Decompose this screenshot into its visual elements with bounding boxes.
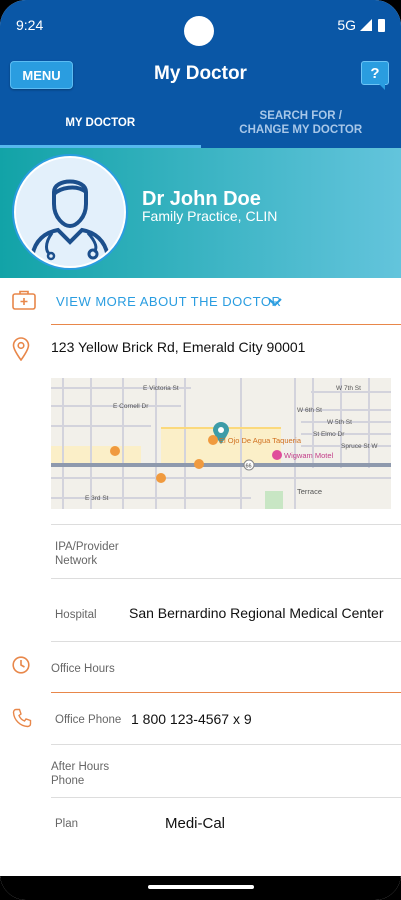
hospital-row: Hospital San Bernardino Regional Medical… [51,596,401,640]
plan-label: Plan [55,818,79,830]
divider [51,578,401,579]
ipa-label: IPA/Provider Network [55,541,119,567]
divider [51,744,401,745]
office-phone-label: Office Phone [55,714,122,726]
map-label-stelmo: St Elmo Dr [313,431,345,438]
medical-briefcase-icon [12,290,36,315]
home-indicator[interactable] [148,885,254,889]
map-label-victoria: E Victoria St [143,385,179,392]
location-map[interactable]: E Victoria St E Cornell Dr E 3rd St Terr… [51,378,391,509]
doctor-avatar-icon [16,158,124,266]
help-button[interactable]: ? [361,61,389,90]
avatar [12,154,128,270]
map-place-taqueria: El Ojo De Agua Taqueria [219,436,302,445]
address-row: 123 Yellow Brick Rd, Emerald City 90001 [0,325,401,375]
divider [51,692,401,693]
tab-search-line2: CHANGE MY DOCTOR [239,124,363,136]
after-hours-row: After Hours Phone [51,758,401,798]
office-hours-label: Office Hours [51,663,115,675]
after-hours-label: After Hours Phone [51,761,110,787]
clock-icon [12,656,30,679]
network-label: 5G [337,17,356,33]
map-label-cornell: E Cornell Dr [113,403,149,410]
status-time: 9:24 [16,17,44,33]
plan-value: Medi-Cal [165,815,226,832]
chevron-down-icon [268,294,282,312]
doctor-specialty: Family Practice, CLIN [142,208,278,224]
map-label-spruce: Spruce St W [341,443,378,450]
divider [51,524,401,525]
phone-icon [12,708,32,733]
signal-icon [360,19,372,31]
camera-cutout [184,16,214,46]
address-text: 123 Yellow Brick Rd, Emerald City 90001 [51,339,306,355]
map-label-terrace: Terrace [297,487,322,496]
tab-search-line1: SEARCH FOR / [259,110,342,122]
status-bar: 9:24 5G [0,0,401,52]
tab-my-doctor-label: MY DOCTOR [65,117,136,129]
doctor-details: VIEW MORE ABOUT THE DOCTOR 123 Yellow Br… [0,278,401,848]
tab-bar: MY DOCTOR SEARCH FOR / CHANGE MY DOCTOR [0,98,401,148]
office-phone-row: Office Phone 1 800 123-4567 x 9 [51,708,401,744]
bottom-spacer [0,848,401,878]
map-route-badge: 66 [246,464,252,470]
map-place-wigwam: Wigwam Motel [284,451,334,460]
office-hours-row: Office Hours [51,656,401,686]
tab-my-doctor[interactable]: MY DOCTOR [0,98,201,148]
view-more-label: VIEW MORE ABOUT THE DOCTOR [56,294,282,309]
ipa-row: IPA/Provider Network [51,536,401,580]
page-title: My Doctor [154,63,247,84]
view-more-button[interactable]: VIEW MORE ABOUT THE DOCTOR [0,278,401,324]
phone-screen: 9:24 5G MENU My Doctor ? MY DOCTOR SEARC… [0,0,401,900]
divider [51,797,401,798]
status-indicators: 5G [337,17,385,33]
tab-search-change-doctor[interactable]: SEARCH FOR / CHANGE MY DOCTOR [201,98,401,148]
battery-icon [378,18,385,32]
hospital-label: Hospital [55,609,97,621]
map-label-w7th: W 7th St [336,385,361,392]
app-header: MENU My Doctor ? [0,52,401,98]
plan-row: Plan Medi-Cal [51,813,401,843]
location-pin-icon [12,337,30,366]
office-phone-value[interactable]: 1 800 123-4567 x 9 [131,711,252,727]
system-nav-bar [0,876,401,900]
divider [51,641,401,642]
tab-search-label: SEARCH FOR / CHANGE MY DOCTOR [239,109,362,137]
doctor-banner: Dr John Doe Family Practice, CLIN [0,148,401,278]
map-label-3rd: E 3rd St [85,495,109,502]
hospital-value: San Bernardino Regional Medical Center [129,605,384,621]
map-label-w6th: W 6th St [297,407,322,414]
map-label-w5th: W 5th St [327,419,352,426]
